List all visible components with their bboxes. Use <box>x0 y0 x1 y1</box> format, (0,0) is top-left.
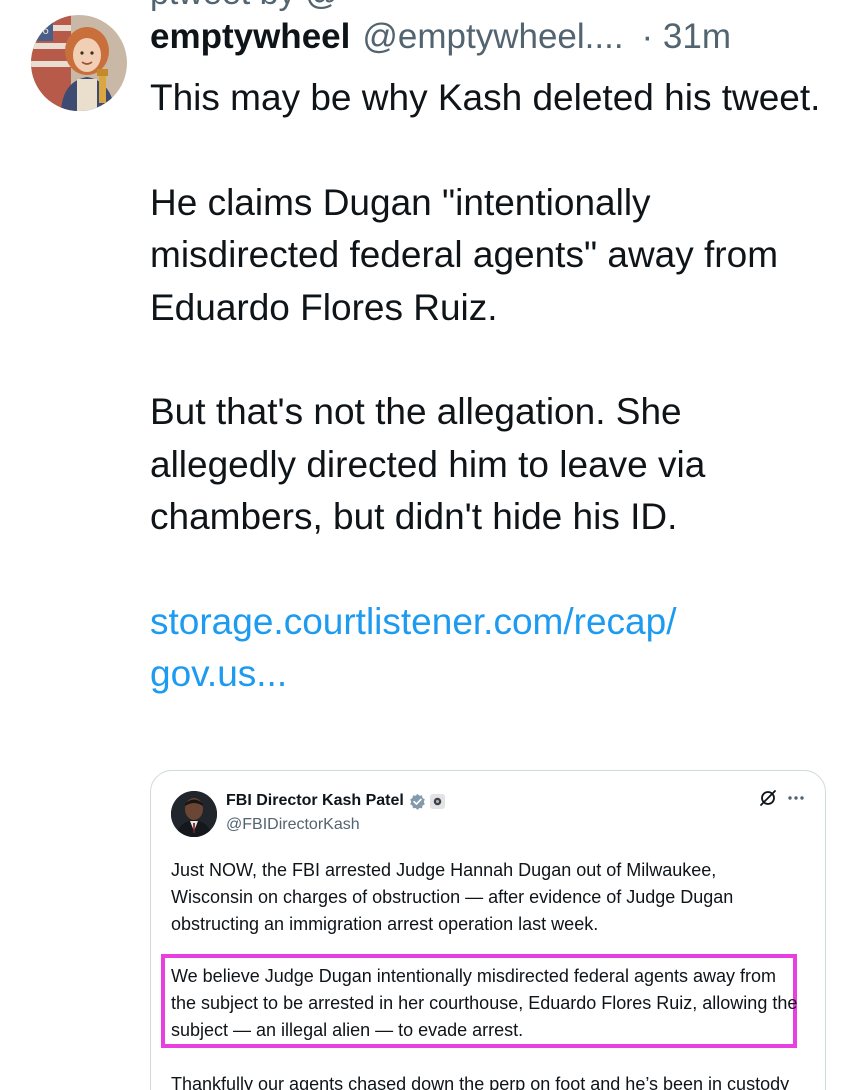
quoted-author-name-row: FBI Director Kash Patel <box>226 792 445 810</box>
tweet-timestamp[interactable]: · 31m <box>642 14 731 60</box>
quoted-tweet-actions <box>759 789 805 807</box>
tweet-link-line-2: gov.us... <box>150 653 288 695</box>
verified-badge-icon <box>410 793 425 810</box>
tweet-link[interactable]: storage.courtlistener.com/recap/ gov.us.… <box>150 601 676 694</box>
quoted-tweet-paragraph: Thankfully our agents chased down the pe… <box>171 1074 790 1090</box>
quoted-author-avatar[interactable] <box>171 791 217 837</box>
tweet-link-paragraph: storage.courtlistener.com/recap/ gov.us.… <box>150 596 830 701</box>
svg-text:76: 76 <box>35 24 49 37</box>
grok-icon[interactable] <box>759 789 777 807</box>
author-handle[interactable]: @emptywheel.... <box>362 14 623 60</box>
author-avatar[interactable]: 76 <box>31 15 127 111</box>
tweet-paragraph: But that's not the allegation. She alleg… <box>150 391 706 538</box>
tweet-link-line-1: storage.courtlistener.com/recap/ <box>150 601 677 643</box>
government-seal-icon <box>429 793 445 809</box>
tweet-paragraph: He claims Dugan "intentionally misdirect… <box>150 181 779 328</box>
quoted-author-handle[interactable]: @FBIDirectorKash <box>226 816 360 834</box>
author-display-name[interactable]: emptywheel <box>150 14 350 60</box>
quoted-tweet-card[interactable]: FBI Director Kash Patel @FBIDirectorKash <box>150 770 826 1090</box>
tweet-text: This may be why Kash deleted his tweet. … <box>150 72 830 701</box>
previous-tweet-fragment: ptweet by @ <box>150 0 340 13</box>
author-avatar-image: 76 <box>31 15 127 111</box>
tweet-screen: ptweet by @ 76 emptywheel @emptywheel...… <box>0 0 860 1090</box>
quoted-tweet-paragraph: Just NOW, the FBI arrested Judge Hannah … <box>171 860 734 934</box>
tweet-paragraph: This may be why Kash deleted his tweet. <box>150 77 821 118</box>
quoted-tweet-highlighted-paragraph: We believe Judge Dugan intentionally mis… <box>171 966 798 1040</box>
quoted-author-avatar-image <box>171 791 217 837</box>
tweet-header: emptywheel @emptywheel.... · 31m <box>150 14 830 60</box>
quoted-author-name[interactable]: FBI Director Kash Patel <box>226 792 404 810</box>
more-icon[interactable] <box>787 795 805 801</box>
